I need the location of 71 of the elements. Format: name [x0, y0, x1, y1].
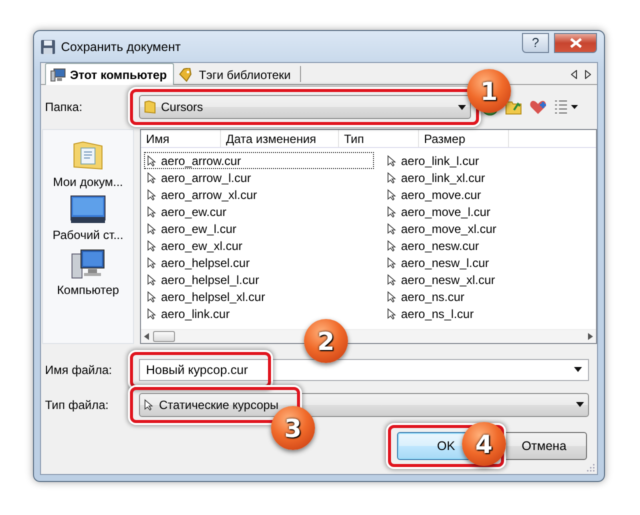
heart-plus-icon[interactable]: [529, 98, 547, 116]
cursor-icon: [387, 188, 397, 200]
file-item[interactable]: aero_arrow.cur: [144, 152, 374, 169]
scrollbar-thumb[interactable]: [153, 331, 175, 342]
file-item[interactable]: aero_helpsel_l.cur: [144, 271, 262, 288]
tab[interactable]: Тэги библиотеки: [174, 64, 298, 84]
folder-icon: [144, 100, 156, 114]
window-title: Сохранить документ: [61, 40, 182, 54]
file-item[interactable]: aero_helpsel.cur: [144, 254, 253, 271]
file-item[interactable]: aero_link_xl.cur: [384, 169, 488, 186]
file-item[interactable]: aero_ns.cur: [384, 288, 468, 305]
scroll-left-icon[interactable]: [571, 70, 577, 79]
cursor-icon: [387, 308, 397, 320]
file-item[interactable]: aero_move_xl.cur: [384, 220, 500, 237]
file-type-label: Тип файла:: [45, 398, 110, 412]
cursor-icon: [147, 274, 157, 286]
dropdown-arrow-icon[interactable]: [458, 104, 466, 110]
file-item[interactable]: aero_ns_l.cur: [384, 305, 477, 322]
scroll-right-icon[interactable]: [585, 70, 591, 79]
cursor-icon: [387, 240, 397, 252]
place-item[interactable]: Рабочий ст...: [52, 195, 124, 242]
desktop-icon: [70, 195, 106, 225]
cursor-icon: [147, 206, 157, 218]
file-item[interactable]: aero_nesw_xl.cur: [384, 271, 498, 288]
cursor-icon: [387, 256, 397, 268]
tab[interactable]: Этот компьютер: [45, 63, 174, 85]
cursor-icon: [387, 154, 397, 166]
hscroll-right-icon[interactable]: [588, 333, 593, 340]
cursor-icon: [147, 240, 157, 252]
file-item[interactable]: aero_link_l.cur: [384, 152, 482, 169]
help-button[interactable]: ?: [522, 32, 549, 52]
file-item[interactable]: aero_arrow_l.cur: [144, 169, 254, 186]
file-item[interactable]: aero_arrow_xl.cur: [144, 186, 260, 203]
cursor-icon: [387, 222, 397, 234]
file-item[interactable]: aero_ew.cur: [144, 203, 230, 220]
dropdown-arrow-icon[interactable]: [574, 366, 582, 372]
computer-icon: [70, 248, 106, 280]
file-name-field[interactable]: Новый курсор.cur: [139, 358, 589, 380]
folder-label: Папка:: [45, 100, 84, 114]
file-item[interactable]: aero_move_l.cur: [384, 203, 494, 220]
file-type-dropdown[interactable]: Статические курсоры: [139, 392, 589, 416]
cursor-icon: [147, 172, 157, 184]
cursor-icon: [387, 172, 397, 184]
cursor-icon: [387, 290, 397, 302]
file-item[interactable]: aero_helpsel_xl.cur: [144, 288, 268, 305]
hscroll-left-icon[interactable]: [144, 333, 149, 340]
file-item[interactable]: aero_move.cur: [384, 186, 484, 203]
file-name-label: Имя файла:: [45, 362, 113, 376]
cursor-icon: [147, 222, 157, 234]
file-item[interactable]: aero_nesw.cur: [384, 237, 482, 254]
cursor-icon: [387, 206, 397, 218]
close-button[interactable]: [554, 32, 597, 52]
cursor-icon: [147, 308, 157, 320]
resize-grip-icon[interactable]: [585, 462, 595, 472]
file-item[interactable]: aero_ew_xl.cur: [144, 237, 246, 254]
cursor-icon: [144, 398, 154, 410]
cursor-icon: [147, 256, 157, 268]
view-menu-icon[interactable]: [553, 99, 579, 115]
cursor-icon: [147, 290, 157, 302]
computer-icon: [50, 68, 66, 82]
close-icon: [570, 38, 582, 48]
file-item[interactable]: aero_ew_l.cur: [144, 220, 240, 237]
file-item[interactable]: aero_nesw_l.cur: [384, 254, 492, 271]
dropdown-arrow-icon[interactable]: [576, 402, 584, 407]
file-item[interactable]: aero_link.cur: [144, 305, 233, 322]
cursor-icon: [147, 154, 157, 166]
place-item[interactable]: Мои докум...: [52, 138, 124, 189]
place-item[interactable]: Компьютер: [56, 248, 120, 297]
cursor-icon: [147, 188, 157, 200]
cursor-icon: [387, 274, 397, 286]
folder-dropdown[interactable]: Cursors: [139, 95, 471, 119]
